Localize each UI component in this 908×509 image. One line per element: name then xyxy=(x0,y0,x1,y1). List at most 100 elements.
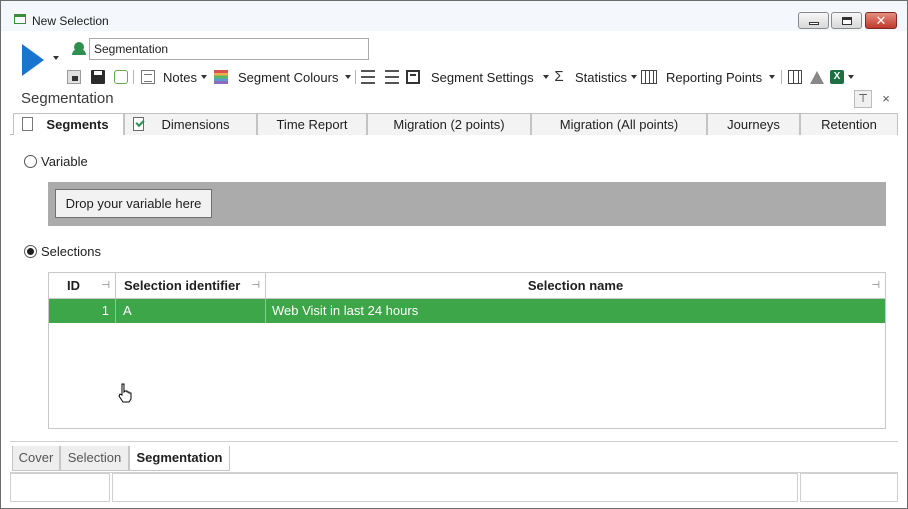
tab-retention[interactable]: Retention xyxy=(800,113,898,135)
segment-colours-label: Segment Colours xyxy=(238,69,339,85)
pin-icon[interactable]: ⊣ xyxy=(251,273,260,298)
variable-radio-label[interactable]: Variable xyxy=(41,154,88,169)
column-header-selection-name[interactable]: Selection name ⊣ xyxy=(266,273,885,299)
chevron-down-icon xyxy=(631,75,638,79)
tab-label: Migration (2 points) xyxy=(393,117,505,132)
column-header-label: Selection name xyxy=(527,278,624,293)
toolbar-divider xyxy=(133,70,134,84)
excel-icon: X xyxy=(830,70,844,84)
minimize-icon xyxy=(808,21,819,25)
tab-label: Dimensions xyxy=(161,117,230,132)
table-row[interactable]: 1 A Web Visit in last 24 hours xyxy=(49,299,885,323)
status-cell xyxy=(112,473,798,502)
column-header-label: ID xyxy=(67,278,80,293)
chart-icon xyxy=(810,70,824,84)
sigma-icon: Σ xyxy=(554,68,564,85)
chevron-down-icon xyxy=(200,75,207,79)
column-header-label: Selection identifier xyxy=(124,278,241,293)
statistics-button[interactable]: Σ Statistics xyxy=(553,67,638,87)
table-view-button[interactable] xyxy=(788,67,802,87)
tab-label: Journeys xyxy=(727,117,780,132)
close-panel-button[interactable]: × xyxy=(879,90,893,108)
save-button[interactable] xyxy=(91,67,105,87)
outdent-button[interactable] xyxy=(361,67,375,87)
column-header-id[interactable]: ID ⊣ xyxy=(49,273,116,299)
bottom-tab-segmentation[interactable]: Segmentation xyxy=(129,446,230,471)
cell-identifier: A xyxy=(116,299,266,323)
segment-settings-button[interactable]: Segment Settings xyxy=(406,67,549,87)
run-play-icon[interactable] xyxy=(22,44,44,76)
column-header-selection-identifier[interactable]: Selection identifier ⊣ xyxy=(116,273,266,299)
bottom-tab-cover[interactable]: Cover xyxy=(12,446,60,471)
tab-label: Migration (All points) xyxy=(559,117,679,132)
excel-export-button[interactable]: X xyxy=(830,67,854,87)
document-icon xyxy=(22,117,33,131)
window-icon xyxy=(14,14,26,24)
tab-dimensions[interactable]: Dimensions xyxy=(124,113,257,135)
window-title: New Selection xyxy=(32,14,109,28)
selections-grid: ID ⊣ Selection identifier ⊣ Selection na… xyxy=(48,272,886,429)
chevron-down-icon xyxy=(345,75,352,79)
tab-migration-all-points[interactable]: Migration (All points) xyxy=(531,113,707,135)
statistics-label: Statistics xyxy=(575,69,628,85)
bottom-tab-selection[interactable]: Selection xyxy=(60,446,129,471)
reporting-points-button[interactable]: Reporting Points xyxy=(641,67,776,87)
lock-button[interactable] xyxy=(67,67,81,87)
status-cell xyxy=(10,473,110,502)
selections-radio-label[interactable]: Selections xyxy=(41,244,101,259)
tab-segments[interactable]: Segments xyxy=(13,113,124,135)
cell-id: 1 xyxy=(49,299,116,323)
maximize-button[interactable] xyxy=(831,12,862,29)
pin-icon[interactable]: ⊣ xyxy=(871,273,880,298)
tab-label: Segments xyxy=(46,117,109,132)
chevron-down-icon xyxy=(542,75,549,79)
selections-radio[interactable] xyxy=(24,245,37,258)
chart-view-button[interactable] xyxy=(810,67,824,87)
drop-variable-button[interactable]: Drop your variable here xyxy=(55,189,212,218)
notes-icon xyxy=(141,70,155,84)
tab-migration-2-points[interactable]: Migration (2 points) xyxy=(367,113,531,135)
lock-icon xyxy=(67,70,81,84)
toolbar-divider xyxy=(355,70,356,84)
tab-label: Time Report xyxy=(276,117,348,132)
status-cell xyxy=(800,473,898,502)
selection-name-input[interactable] xyxy=(89,38,369,60)
segment-settings-label: Segment Settings xyxy=(431,69,534,85)
close-window-button[interactable]: ✕ xyxy=(865,12,897,29)
bottom-divider xyxy=(10,441,898,442)
segment-colours-button[interactable]: Segment Colours xyxy=(214,67,352,87)
database-icon xyxy=(114,70,128,84)
status-bar xyxy=(10,472,898,502)
calendar-grid-icon xyxy=(641,70,657,84)
indent-icon xyxy=(385,70,399,84)
outdent-icon xyxy=(361,70,375,84)
run-dropdown-chevron-icon[interactable] xyxy=(53,56,59,60)
tab-journeys[interactable]: Journeys xyxy=(707,113,800,135)
variable-radio[interactable] xyxy=(24,155,37,168)
checkbox-icon xyxy=(133,117,144,131)
panel-title: Segmentation xyxy=(21,90,114,107)
hand-cursor-icon xyxy=(118,383,132,403)
maximize-icon xyxy=(841,16,852,25)
tab-time-report[interactable]: Time Report xyxy=(257,113,367,135)
chevron-down-icon xyxy=(769,75,776,79)
reporting-points-label: Reporting Points xyxy=(666,69,763,85)
selection-owner-icon xyxy=(72,42,86,55)
save-icon xyxy=(91,70,105,84)
minimize-button[interactable] xyxy=(798,12,829,29)
settings-icon xyxy=(406,70,420,84)
toolbar-divider xyxy=(781,70,782,84)
close-icon: ✕ xyxy=(875,13,887,28)
notes-button[interactable]: Notes xyxy=(141,67,207,87)
indent-button[interactable] xyxy=(385,67,399,87)
cell-selection-name: Web Visit in last 24 hours xyxy=(272,303,419,318)
title-bar: New Selection ✕ xyxy=(1,1,907,31)
pin-panel-button[interactable]: ⊤ xyxy=(854,90,872,108)
notes-label: Notes xyxy=(163,69,197,85)
table-icon xyxy=(788,70,802,84)
app-window: New Selection ✕ Notes Segment Colours Se… xyxy=(0,0,908,509)
tab-label: Retention xyxy=(821,117,877,132)
palette-icon xyxy=(214,70,228,84)
pin-icon[interactable]: ⊣ xyxy=(101,273,110,298)
database-button[interactable] xyxy=(114,67,128,87)
